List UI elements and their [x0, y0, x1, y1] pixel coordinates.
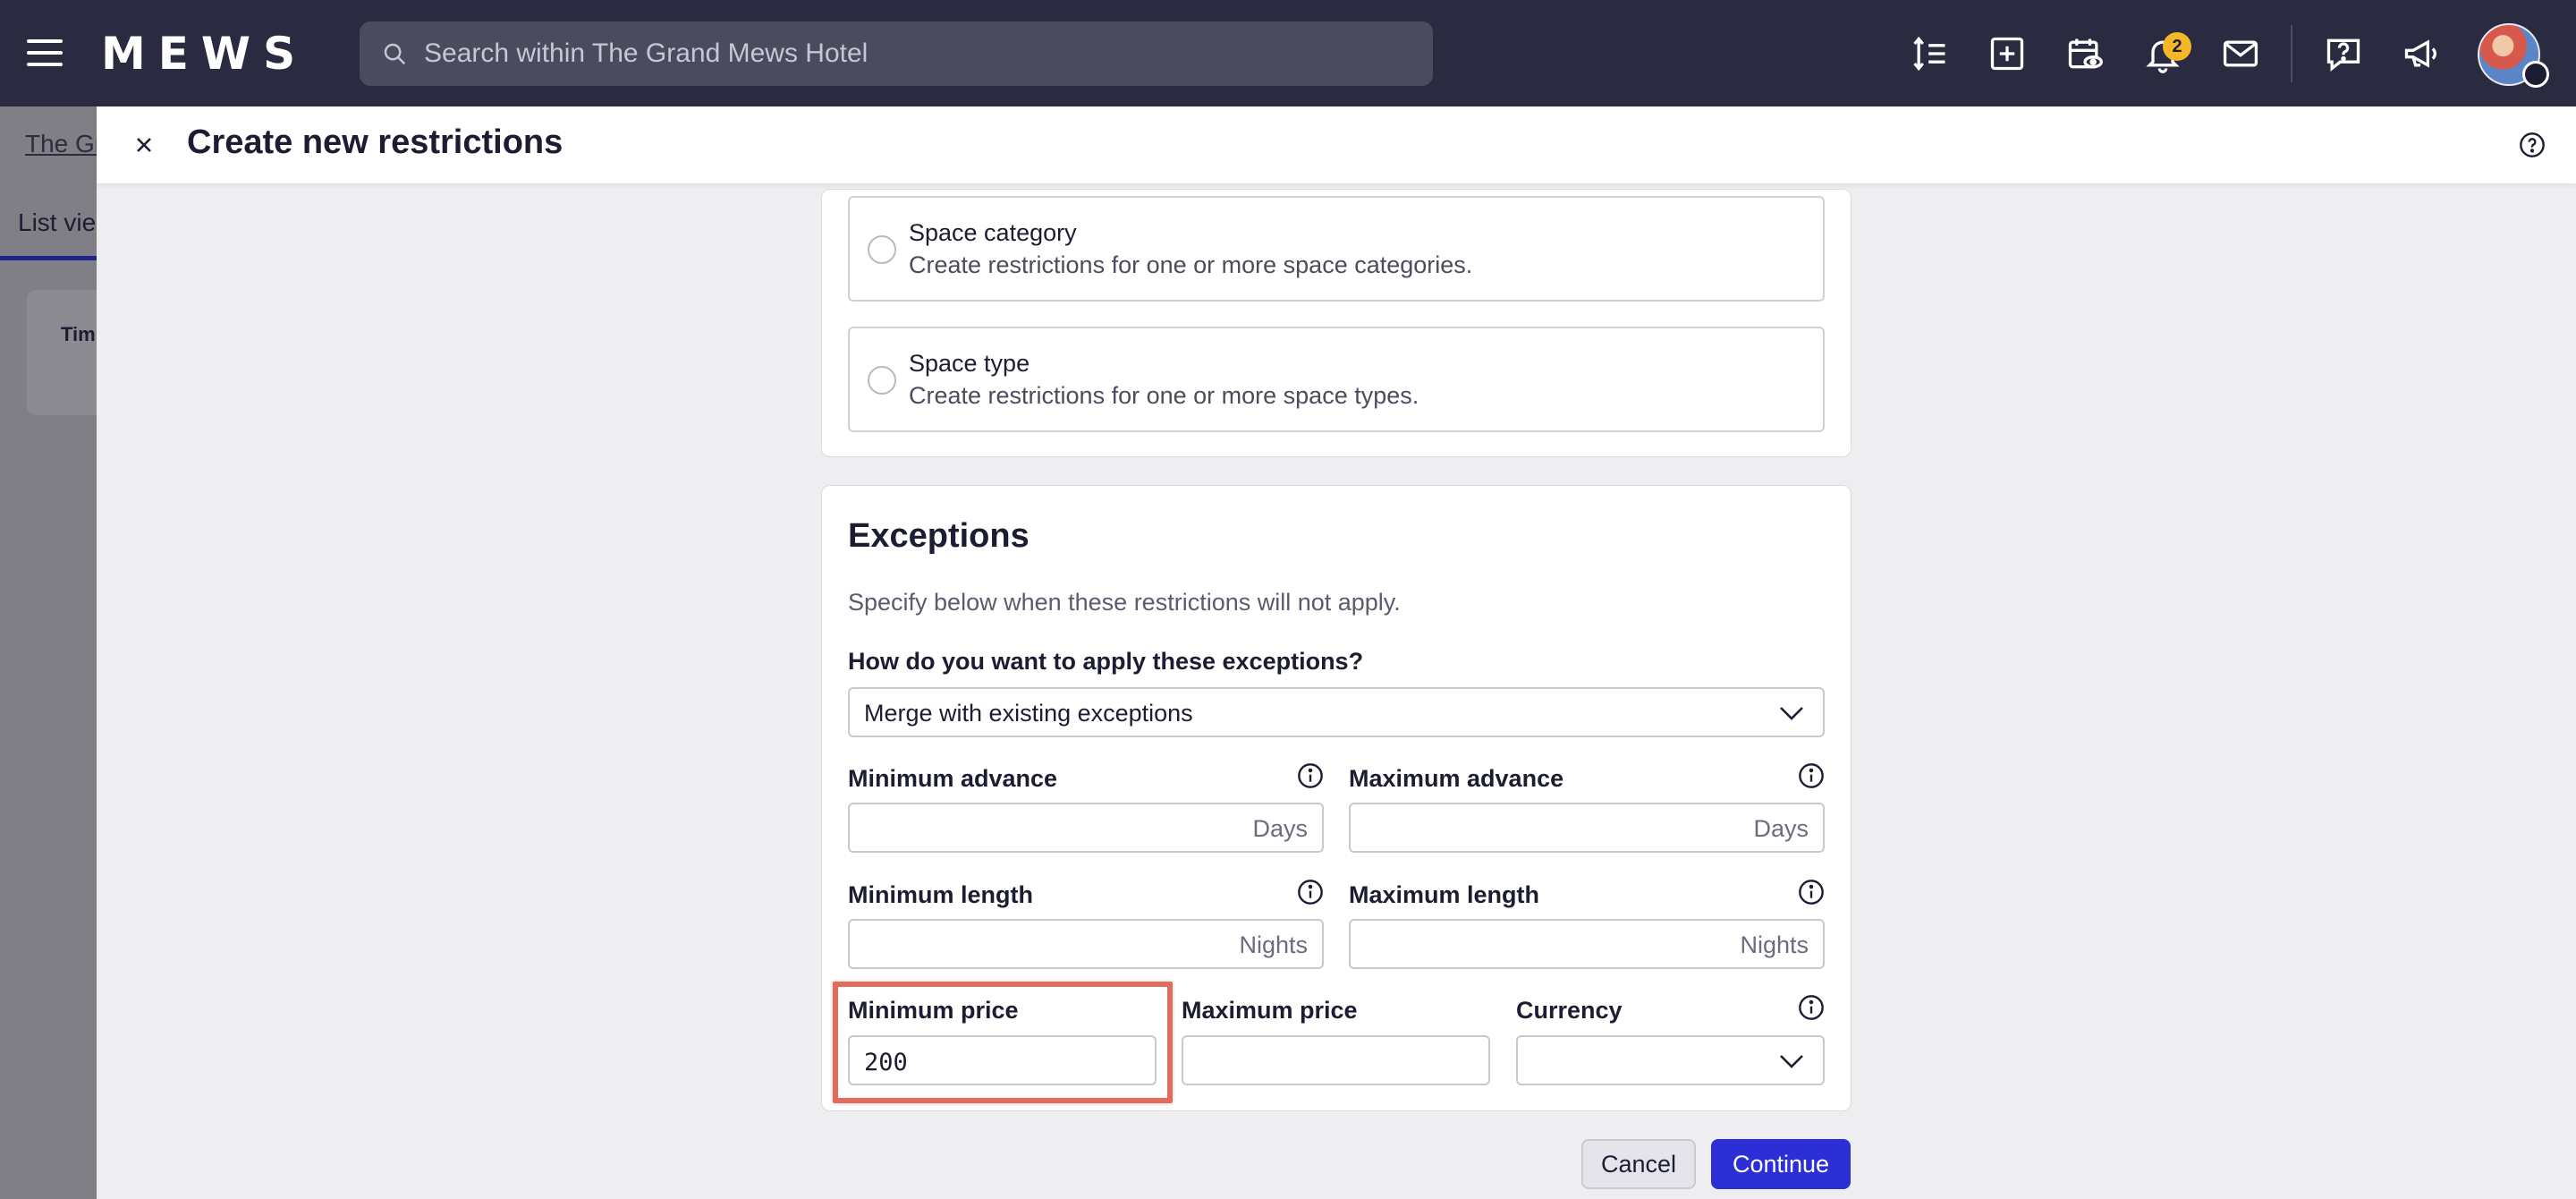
cancel-button[interactable]: Cancel	[1581, 1139, 1696, 1189]
maximum-price-input[interactable]	[1182, 1035, 1490, 1085]
chevron-down-icon	[1780, 1055, 1803, 1068]
chevron-down-icon	[1780, 707, 1803, 720]
currency-select[interactable]	[1516, 1035, 1825, 1085]
minimum-length-label: Minimum length	[848, 881, 1033, 908]
radio-space-type[interactable]	[868, 366, 896, 395]
top-bar: MEWS 2	[0, 0, 2576, 106]
sort-lines-icon[interactable]	[1909, 32, 1952, 75]
days-unit: Days	[1252, 815, 1308, 842]
breadcrumb[interactable]: The Gr	[25, 130, 103, 158]
info-icon[interactable]	[1797, 993, 1826, 1022]
search-bar[interactable]	[360, 21, 1433, 86]
apply-exceptions-value: Merge with existing exceptions	[864, 700, 1193, 727]
minimum-advance-input[interactable]: Days	[848, 803, 1324, 853]
menu-icon[interactable]	[27, 39, 63, 68]
modal-header: Create new restrictions	[97, 106, 2576, 183]
option-description: Create restrictions for one or more spac…	[909, 382, 1419, 409]
option-description: Create restrictions for one or more spac…	[909, 251, 1473, 278]
help-chat-icon[interactable]	[2322, 32, 2365, 75]
announcements-megaphone-icon[interactable]	[2400, 32, 2443, 75]
maximum-length-label: Maximum length	[1349, 881, 1540, 908]
option-title: Space category	[909, 219, 1077, 246]
info-icon[interactable]	[1296, 878, 1325, 906]
calendar-eye-icon[interactable]	[2063, 32, 2106, 75]
help-button[interactable]	[2515, 128, 2549, 162]
nights-unit: Nights	[1740, 931, 1809, 958]
close-icon	[137, 138, 151, 152]
nights-unit: Nights	[1239, 931, 1308, 958]
create-restrictions-modal: Create new restrictions Space category C…	[97, 106, 2576, 1199]
maximum-advance-label: Maximum advance	[1349, 765, 1564, 792]
minimum-price-highlight	[833, 982, 1173, 1103]
info-icon[interactable]	[1797, 761, 1826, 790]
apply-exceptions-select[interactable]: Merge with existing exceptions	[848, 687, 1825, 737]
option-space-type[interactable]: Space type Create restrictions for one o…	[848, 327, 1825, 432]
notification-count-badge: 2	[2163, 32, 2191, 61]
search-icon	[384, 43, 406, 65]
mail-icon[interactable]	[2219, 32, 2262, 75]
currency-label: Currency	[1516, 997, 1623, 1024]
question-circle-icon	[2520, 132, 2545, 157]
topbar-divider	[2291, 25, 2292, 82]
option-space-category[interactable]: Space category Create restrictions for o…	[848, 196, 1825, 302]
option-title: Space type	[909, 350, 1030, 377]
maximum-advance-input[interactable]: Days	[1349, 803, 1825, 853]
close-button[interactable]	[125, 126, 163, 164]
mews-logo[interactable]: MEWS	[101, 27, 308, 81]
radio-space-category[interactable]	[868, 235, 896, 264]
maximum-length-input[interactable]: Nights	[1349, 919, 1825, 969]
active-tab-indicator	[0, 256, 98, 260]
info-icon[interactable]	[1296, 761, 1325, 790]
maximum-price-label: Maximum price	[1182, 997, 1358, 1024]
minimum-length-input[interactable]: Nights	[848, 919, 1324, 969]
apply-exceptions-label: How do you want to apply these exception…	[848, 648, 1364, 675]
add-icon[interactable]	[1986, 32, 2029, 75]
background-column-header: Tim	[61, 323, 96, 345]
tab-list-view[interactable]: List vie	[18, 208, 96, 237]
exceptions-title: Exceptions	[848, 517, 1030, 555]
days-unit: Days	[1753, 815, 1809, 842]
continue-button[interactable]: Continue	[1711, 1139, 1851, 1189]
search-input[interactable]	[424, 21, 1408, 86]
exceptions-description: Specify below when these restrictions wi…	[848, 589, 1401, 616]
user-status-icon	[2522, 61, 2549, 88]
minimum-advance-label: Minimum advance	[848, 765, 1058, 792]
modal-title: Create new restrictions	[187, 123, 564, 161]
info-icon[interactable]	[1797, 878, 1826, 906]
